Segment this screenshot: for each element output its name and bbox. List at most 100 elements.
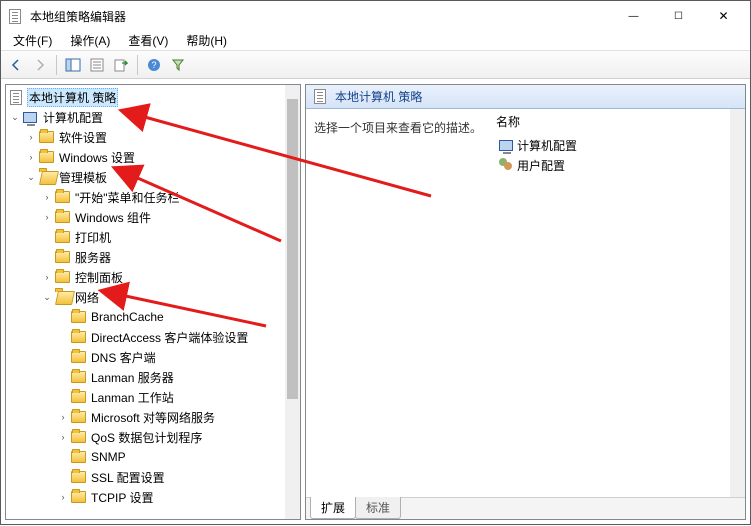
chevron-down-icon[interactable]: ⌄	[24, 170, 38, 184]
chevron-right-icon[interactable]: ›	[40, 190, 54, 204]
tree-label: DirectAccess 客户端体验设置	[89, 329, 250, 346]
tree-item-snmp[interactable]: SNMP	[6, 447, 285, 467]
list-item-computer-config[interactable]: 计算机配置	[496, 136, 745, 154]
tree-label: 服务器	[73, 249, 113, 266]
help-button[interactable]: ?	[143, 54, 165, 76]
tree-label: Windows 设置	[57, 149, 137, 166]
menu-file[interactable]: 文件(F)	[5, 30, 60, 51]
folder-icon	[38, 149, 54, 165]
chevron-right-icon[interactable]: ›	[56, 490, 70, 504]
tree-label: Lanman 服务器	[89, 369, 176, 386]
tree-label: SSL 配置设置	[89, 469, 167, 486]
tree-label: 网络	[73, 289, 101, 306]
details-header-title: 本地计算机 策略	[335, 88, 422, 105]
close-button[interactable]: ✕	[701, 2, 746, 30]
window-title: 本地组策略编辑器	[26, 8, 611, 25]
tree-label: Lanman 工作站	[89, 389, 176, 406]
tree-root[interactable]: 本地计算机 策略	[6, 87, 285, 107]
tree-label: 本地计算机 策略	[27, 88, 118, 107]
tree-label: 打印机	[73, 229, 113, 246]
tree-item-ssl-config[interactable]: SSL 配置设置	[6, 467, 285, 487]
document-icon	[312, 89, 328, 105]
chevron-right-icon[interactable]: ›	[24, 150, 38, 164]
description-text: 选择一个项目来查看它的描述。	[306, 109, 496, 497]
tree-item-lanman-workstation[interactable]: Lanman 工作站	[6, 387, 285, 407]
list-item-user-config[interactable]: 用户配置	[496, 156, 745, 174]
properties-button[interactable]	[86, 54, 108, 76]
chevron-right-icon[interactable]: ›	[40, 210, 54, 224]
folder-icon	[70, 469, 86, 485]
folder-icon	[70, 409, 86, 425]
maximize-button[interactable]: ☐	[656, 2, 701, 30]
tree-label: Microsoft 对等网络服务	[89, 409, 217, 426]
svg-text:?: ?	[151, 60, 156, 70]
folder-icon	[54, 209, 70, 225]
tree-item-branchcache[interactable]: BranchCache	[6, 307, 285, 327]
tree-item-ms-p2p[interactable]: › Microsoft 对等网络服务	[6, 407, 285, 427]
tree-item-network[interactable]: ⌄ 网络	[6, 287, 285, 307]
folder-icon	[54, 269, 70, 285]
export-list-button[interactable]	[110, 54, 132, 76]
tree-pane: 本地计算机 策略 ⌄ 计算机配置 › 软件设置 › Windows 设置 ⌄ 管…	[5, 84, 301, 520]
tree-item-admin-templates[interactable]: ⌄ 管理模板	[6, 167, 285, 187]
folder-icon	[70, 349, 86, 365]
chevron-right-icon[interactable]: ›	[40, 270, 54, 284]
tree-item-qos[interactable]: › QoS 数据包计划程序	[6, 427, 285, 447]
folder-icon	[70, 489, 86, 505]
policy-tree[interactable]: 本地计算机 策略 ⌄ 计算机配置 › 软件设置 › Windows 设置 ⌄ 管…	[6, 85, 285, 519]
show-hide-tree-button[interactable]	[62, 54, 84, 76]
items-list[interactable]: 名称 计算机配置 用户配置	[496, 109, 745, 497]
tree-item-windows-settings[interactable]: › Windows 设置	[6, 147, 285, 167]
details-pane: 本地计算机 策略 选择一个项目来查看它的描述。 名称 计算机配置 用户配置 扩展…	[305, 84, 746, 520]
tree-label: 管理模板	[57, 169, 109, 186]
tree-item-directaccess[interactable]: DirectAccess 客户端体验设置	[6, 327, 285, 347]
tree-item-tcpip[interactable]: › TCPIP 设置	[6, 487, 285, 507]
folder-icon	[70, 369, 86, 385]
folder-icon	[70, 309, 86, 325]
folder-icon	[70, 449, 86, 465]
tree-item-computer-config[interactable]: ⌄ 计算机配置	[6, 107, 285, 127]
forward-button[interactable]	[29, 54, 51, 76]
details-scrollbar[interactable]	[730, 109, 745, 497]
folder-icon	[54, 229, 70, 245]
tree-scrollbar[interactable]	[285, 85, 300, 519]
tree-item-dns-client[interactable]: DNS 客户端	[6, 347, 285, 367]
column-header-name[interactable]: 名称	[496, 113, 745, 130]
toolbar-separator	[56, 55, 57, 75]
folder-icon	[70, 329, 86, 345]
tree-label: "开始"菜单和任务栏	[73, 189, 182, 206]
tree-item-servers[interactable]: 服务器	[6, 247, 285, 267]
menu-view[interactable]: 查看(V)	[120, 30, 176, 51]
toolbar: ?	[1, 51, 750, 79]
toolbar-separator	[137, 55, 138, 75]
list-item-label: 计算机配置	[517, 137, 577, 154]
tab-extended[interactable]: 扩展	[310, 497, 356, 519]
chevron-right-icon[interactable]: ›	[56, 410, 70, 424]
tree-label: 控制面板	[73, 269, 125, 286]
tree-item-printers[interactable]: 打印机	[6, 227, 285, 247]
tree-item-lanman-server[interactable]: Lanman 服务器	[6, 367, 285, 387]
tree-item-start-menu[interactable]: › "开始"菜单和任务栏	[6, 187, 285, 207]
folder-icon	[54, 189, 70, 205]
computer-icon	[22, 109, 38, 125]
back-button[interactable]	[5, 54, 27, 76]
tree-label: QoS 数据包计划程序	[89, 429, 204, 446]
tree-item-windows-components[interactable]: › Windows 组件	[6, 207, 285, 227]
chevron-down-icon[interactable]: ⌄	[40, 290, 54, 304]
menu-action[interactable]: 操作(A)	[62, 30, 118, 51]
minimize-button[interactable]: —	[611, 2, 656, 30]
chevron-down-icon[interactable]: ⌄	[8, 110, 22, 124]
filter-button[interactable]	[167, 54, 189, 76]
menu-help[interactable]: 帮助(H)	[178, 30, 235, 51]
folder-icon	[70, 389, 86, 405]
tree-item-control-panel[interactable]: › 控制面板	[6, 267, 285, 287]
tree-item-software-settings[interactable]: › 软件设置	[6, 127, 285, 147]
folder-open-icon	[38, 169, 54, 185]
tab-standard[interactable]: 标准	[355, 497, 401, 519]
details-header: 本地计算机 策略	[306, 85, 745, 109]
tree-label: 软件设置	[57, 129, 109, 146]
menu-bar: 文件(F) 操作(A) 查看(V) 帮助(H)	[1, 31, 750, 51]
chevron-right-icon[interactable]: ›	[24, 130, 38, 144]
details-tabs: 扩展 标准	[306, 497, 745, 519]
chevron-right-icon[interactable]: ›	[56, 430, 70, 444]
